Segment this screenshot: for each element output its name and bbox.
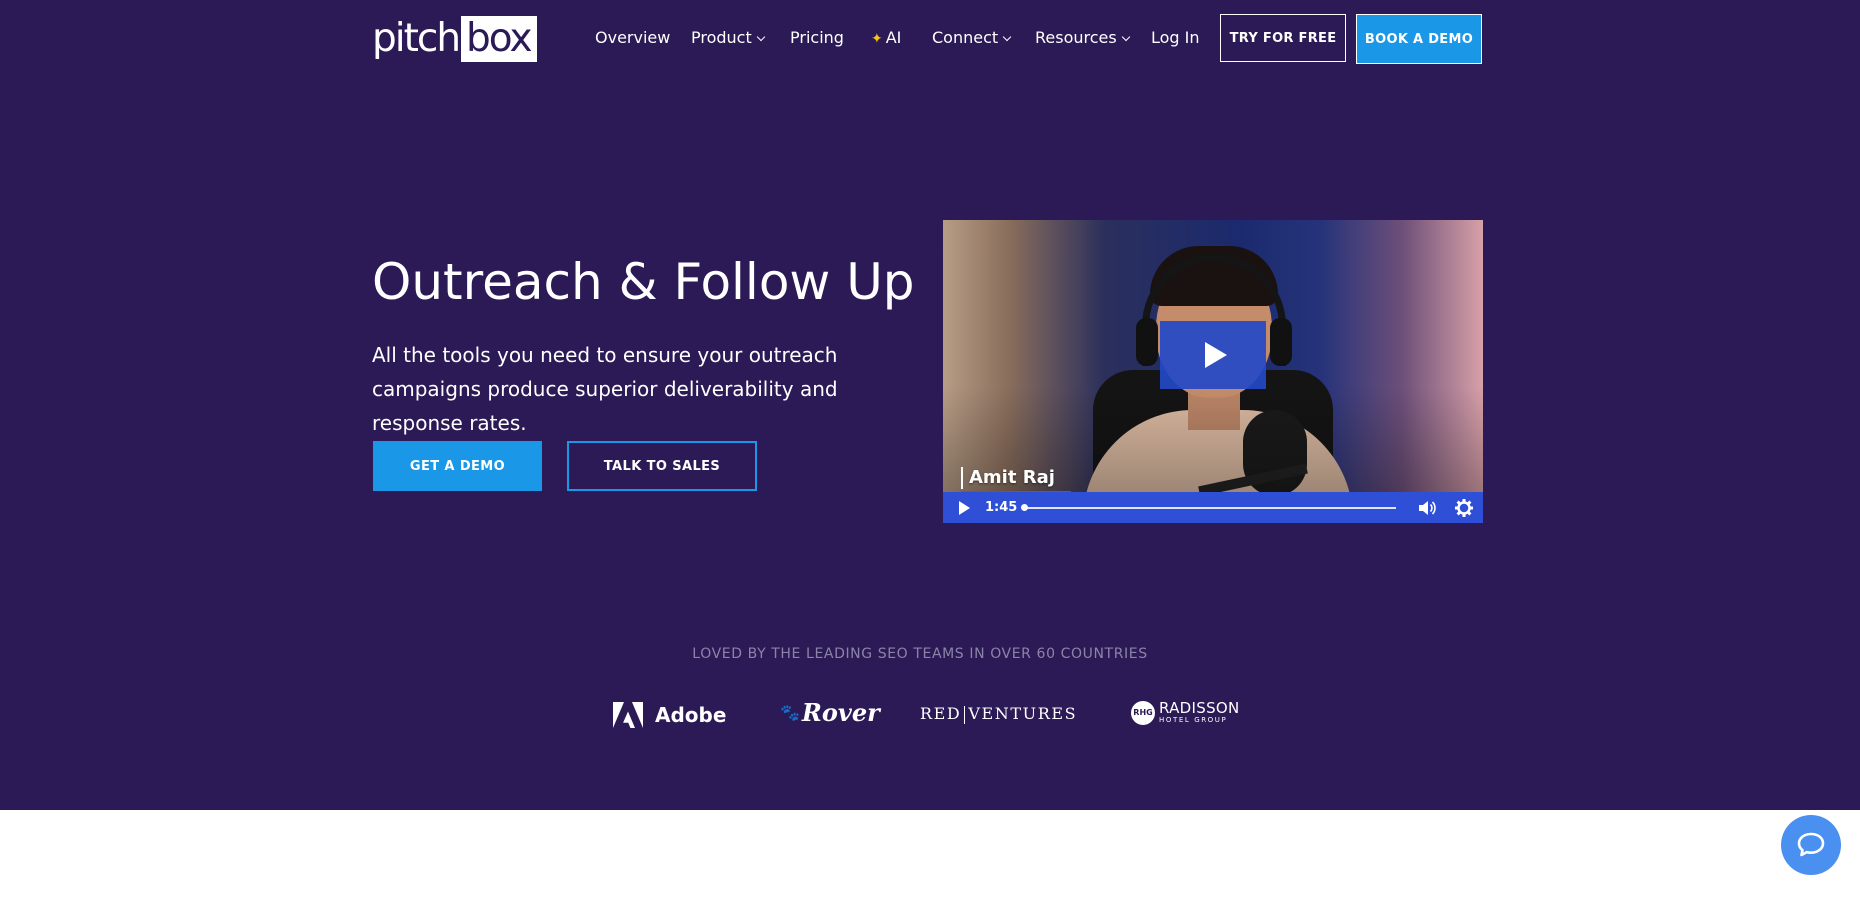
social-proof-heading: LOVED BY THE LEADING SEO TEAMS IN OVER 6…	[692, 646, 1148, 662]
nav-resources-label: Resources	[1035, 28, 1117, 47]
adobe-mark-icon	[613, 702, 643, 728]
play-icon[interactable]	[959, 501, 970, 515]
video-progress-bar[interactable]	[1023, 507, 1396, 509]
radisson-subtitle: HOTEL GROUP	[1159, 716, 1228, 724]
settings-gear-icon[interactable]	[1454, 498, 1474, 518]
nav-connect-label: Connect	[932, 28, 999, 47]
nav-resources[interactable]: Resources	[1035, 26, 1130, 50]
rover-logo-text: Rover	[801, 698, 880, 727]
nav-ai[interactable]: ✦ AI	[871, 26, 901, 51]
talk-to-sales-button[interactable]: TALK TO SALES	[567, 441, 757, 491]
sparkle-icon: ✦	[871, 31, 883, 47]
book-a-demo-button[interactable]: BOOK A DEMO	[1356, 14, 1482, 64]
adobe-logo: Adobe	[613, 702, 726, 728]
rhg-mark: RHG	[1131, 700, 1155, 725]
try-for-free-button[interactable]: TRY FOR FREE	[1220, 14, 1346, 62]
adobe-logo-text: Adobe	[655, 703, 727, 727]
nav-login[interactable]: Log In	[1151, 26, 1200, 50]
play-icon	[1205, 342, 1227, 368]
nav-product[interactable]: Product	[691, 26, 765, 50]
red-ventures-logo: RED VENTURES	[920, 704, 1077, 724]
video-player[interactable]: Amit Raj 1:45	[943, 220, 1483, 523]
red-ventures-text-a: RED	[920, 704, 962, 723]
rover-logo: 🐾 Rover	[780, 698, 880, 727]
nav-connect[interactable]: Connect	[932, 26, 1012, 50]
page-title: Outreach & Follow Up	[372, 253, 915, 311]
volume-icon[interactable]	[1417, 498, 1437, 518]
nav-overview[interactable]: Overview	[595, 26, 670, 50]
video-controls-bar: 1:45	[943, 492, 1483, 523]
hero-subtitle: All the tools you need to ensure your ou…	[372, 343, 838, 435]
big-play-button[interactable]	[1160, 321, 1266, 389]
pitchbox-logo[interactable]: pitch box	[372, 16, 537, 62]
radisson-logo: RHG RADISSON HOTEL GROUP	[1131, 700, 1240, 725]
chevron-down-icon	[756, 32, 765, 42]
chevron-down-icon	[1002, 32, 1012, 42]
nav-product-label: Product	[691, 28, 752, 47]
chat-bubble-icon	[1797, 832, 1825, 857]
logo-text-pitch: pitch	[372, 16, 461, 61]
nav-pricing[interactable]: Pricing	[790, 26, 844, 50]
chat-launcher-button[interactable]	[1781, 815, 1841, 875]
logo-divider	[964, 705, 966, 724]
paw-icon: 🐾	[780, 703, 800, 722]
progress-thumb[interactable]	[1021, 504, 1028, 511]
speaker-name-caption: Amit Raj	[961, 467, 1055, 489]
radisson-name: RADISSON	[1159, 699, 1240, 717]
hero-section: pitch box Overview Product Pricing ✦ AI C…	[0, 0, 1860, 810]
video-duration: 1:45	[985, 500, 1018, 515]
chevron-down-icon	[1121, 32, 1130, 42]
nav-ai-label: AI	[885, 28, 902, 47]
red-ventures-text-b: VENTURES	[968, 704, 1078, 723]
logo-text-box: box	[461, 16, 537, 62]
get-a-demo-button[interactable]: GET A DEMO	[373, 441, 542, 491]
